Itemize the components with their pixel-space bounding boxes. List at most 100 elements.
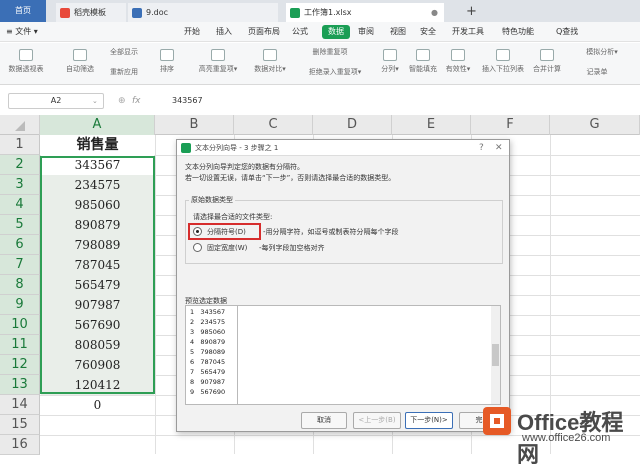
column-header-a[interactable]: A bbox=[40, 115, 155, 135]
menu-file[interactable]: ≡ 文件 ▾ bbox=[6, 22, 38, 42]
select-all-corner[interactable] bbox=[0, 115, 40, 135]
choose-type-label: 请选择最合适的文件类型: bbox=[193, 213, 273, 221]
compare-icon bbox=[263, 49, 277, 61]
insert-dropdown-button[interactable]: 插入下拉列表 bbox=[478, 43, 528, 83]
ribbon-label: 高亮重复项▾ bbox=[198, 65, 238, 73]
row-header[interactable]: 1 bbox=[0, 135, 40, 155]
column-header-b[interactable]: B bbox=[155, 115, 234, 135]
sort-button[interactable]: 排序 bbox=[152, 43, 182, 83]
scrollbar-thumb[interactable] bbox=[492, 344, 499, 366]
reapply-button[interactable]: 重新应用 bbox=[102, 67, 146, 81]
ribbon-label: 插入下拉列表 bbox=[482, 65, 524, 73]
row-header[interactable]: 14 bbox=[0, 395, 40, 415]
text-to-columns-dialog: 文本分列向导 - 3 步骤之 1 ? ✕ 文本分列向导判定您的数据有分隔符。 若… bbox=[176, 139, 510, 432]
menu-insert[interactable]: 插入 bbox=[216, 22, 232, 42]
show-all-button[interactable]: 全部显示 bbox=[102, 47, 146, 61]
smart-fill-button[interactable]: 智能填充 bbox=[406, 43, 440, 83]
menu-developer[interactable]: 开发工具 bbox=[452, 22, 484, 42]
help-icon[interactable]: ? bbox=[479, 140, 484, 156]
tab-templates-label: 稻壳模板 bbox=[74, 8, 106, 17]
fixed-width-radio[interactable] bbox=[193, 243, 202, 252]
intro-line-1: 文本分列向导判定您的数据有分隔符。 bbox=[185, 163, 304, 171]
row-header[interactable]: 4 bbox=[0, 195, 40, 215]
next-button[interactable]: 下一步(N)> bbox=[405, 412, 453, 429]
row-header[interactable]: 12 bbox=[0, 355, 40, 375]
tab-doc[interactable]: 9.doc bbox=[128, 3, 278, 22]
remove-duplicates-button[interactable]: 删除重复项 bbox=[300, 47, 360, 61]
preview-row: 8 907987 bbox=[190, 378, 226, 386]
row-header[interactable]: 10 bbox=[0, 315, 40, 335]
menu-data[interactable]: 数据 bbox=[322, 25, 350, 39]
what-if-button[interactable]: 模拟分析▾ bbox=[572, 47, 632, 61]
fx-icon[interactable]: fx bbox=[132, 93, 141, 109]
row-header[interactable]: 6 bbox=[0, 235, 40, 255]
ribbon-label: 模拟分析▾ bbox=[586, 48, 618, 56]
data-compare-button[interactable]: 数据对比▾ bbox=[248, 43, 292, 83]
consolidate-button[interactable]: 合并计算 bbox=[530, 43, 564, 83]
menu-security[interactable]: 安全 bbox=[420, 22, 436, 42]
cell-a14[interactable]: 0 bbox=[41, 395, 154, 415]
row-header[interactable]: 9 bbox=[0, 295, 40, 315]
fixed-width-label[interactable]: 固定宽度(W) bbox=[207, 243, 247, 253]
highlight-duplicates-button[interactable]: 高亮重复项▾ bbox=[192, 43, 244, 83]
column-header-f[interactable]: F bbox=[471, 115, 550, 135]
form-button[interactable]: 记录单 bbox=[572, 67, 622, 81]
ribbon: 数据透视表 自动筛选 全部显示 重新应用 排序 高亮重复项▾ 数据对比▾ 删除重… bbox=[0, 43, 640, 85]
formula-bar: A2 ⌄ ⊕ fx 343567 bbox=[0, 93, 640, 111]
row-header[interactable]: 3 bbox=[0, 175, 40, 195]
ribbon-label: 数据透视表 bbox=[8, 65, 44, 73]
tab-workbook-label: 工作簿1.xlsx bbox=[304, 8, 352, 17]
formula-input[interactable]: 343567 bbox=[172, 93, 203, 109]
row-header[interactable]: 8 bbox=[0, 275, 40, 295]
column-header-c[interactable]: C bbox=[234, 115, 313, 135]
new-tab-button[interactable]: + bbox=[448, 2, 477, 21]
back-button[interactable]: <上一步(B) bbox=[353, 412, 401, 429]
row-header[interactable]: 13 bbox=[0, 375, 40, 395]
menu-features[interactable]: 特色功能 bbox=[502, 22, 534, 42]
menu-start[interactable]: 开始 bbox=[184, 22, 200, 42]
tab-workbook[interactable]: 工作簿1.xlsx ● bbox=[286, 3, 444, 22]
column-header-g[interactable]: G bbox=[550, 115, 640, 135]
column-header-d[interactable]: D bbox=[313, 115, 392, 135]
filter-icon bbox=[73, 49, 87, 61]
delimited-label[interactable]: 分隔符号(D) bbox=[207, 227, 246, 237]
menu-bar: ≡ 文件 ▾ 开始 插入 页面布局 公式 数据 审阅 视图 安全 开发工具 特色… bbox=[0, 22, 640, 42]
menu-search[interactable]: Q查找 bbox=[556, 22, 578, 42]
menu-formula[interactable]: 公式 bbox=[292, 22, 308, 42]
ribbon-label: 删除重复项 bbox=[312, 48, 348, 56]
row-header[interactable]: 15 bbox=[0, 415, 40, 435]
chevron-down-icon[interactable]: ⌄ bbox=[92, 93, 98, 109]
zoom-icon[interactable]: ⊕ bbox=[118, 93, 126, 109]
tab-home[interactable]: 首页 bbox=[0, 0, 46, 22]
watermark-url: www.office26.com bbox=[522, 432, 611, 444]
auto-filter-button[interactable]: 自动筛选 bbox=[58, 43, 102, 83]
cancel-button[interactable]: 取消 bbox=[301, 412, 347, 429]
data-preview[interactable]: 1 343567 2 234575 3 985060 4 890879 5 79… bbox=[185, 305, 501, 405]
delimited-description: -用分隔字符，如逗号或制表符分隔每个字段 bbox=[263, 228, 399, 236]
menu-page-layout[interactable]: 页面布局 bbox=[248, 22, 280, 42]
close-icon[interactable]: ✕ bbox=[495, 140, 503, 156]
validation-button[interactable]: 有效性▾ bbox=[442, 43, 474, 83]
menu-review[interactable]: 审阅 bbox=[358, 22, 374, 42]
close-tab-icon[interactable]: ● bbox=[431, 3, 438, 22]
name-box[interactable]: A2 bbox=[8, 93, 104, 109]
ribbon-label: 记录单 bbox=[586, 68, 608, 76]
menu-view[interactable]: 视图 bbox=[390, 22, 406, 42]
app-logo-icon bbox=[181, 143, 191, 153]
row-header[interactable]: 16 bbox=[0, 435, 40, 455]
pivot-table-button[interactable]: 数据透视表 bbox=[4, 43, 48, 83]
cell-a1[interactable]: 销售量 bbox=[41, 135, 154, 155]
column-header-e[interactable]: E bbox=[392, 115, 471, 135]
reject-duplicates-button[interactable]: 拒绝录入重复项▾ bbox=[300, 67, 370, 81]
ribbon-label: 排序 bbox=[160, 65, 174, 73]
dialog-title: 文本分列向导 - 3 步骤之 1 bbox=[177, 140, 509, 156]
text-to-columns-button[interactable]: 分列▾ bbox=[376, 43, 404, 83]
row-header[interactable]: 5 bbox=[0, 215, 40, 235]
delimited-radio[interactable] bbox=[193, 227, 202, 236]
tab-templates[interactable]: 稻壳模板 bbox=[56, 3, 126, 22]
row-header[interactable]: 2 bbox=[0, 155, 40, 175]
preview-scrollbar[interactable] bbox=[491, 306, 500, 404]
row-header[interactable]: 7 bbox=[0, 255, 40, 275]
row-header[interactable]: 11 bbox=[0, 335, 40, 355]
office-logo-icon bbox=[483, 407, 511, 435]
